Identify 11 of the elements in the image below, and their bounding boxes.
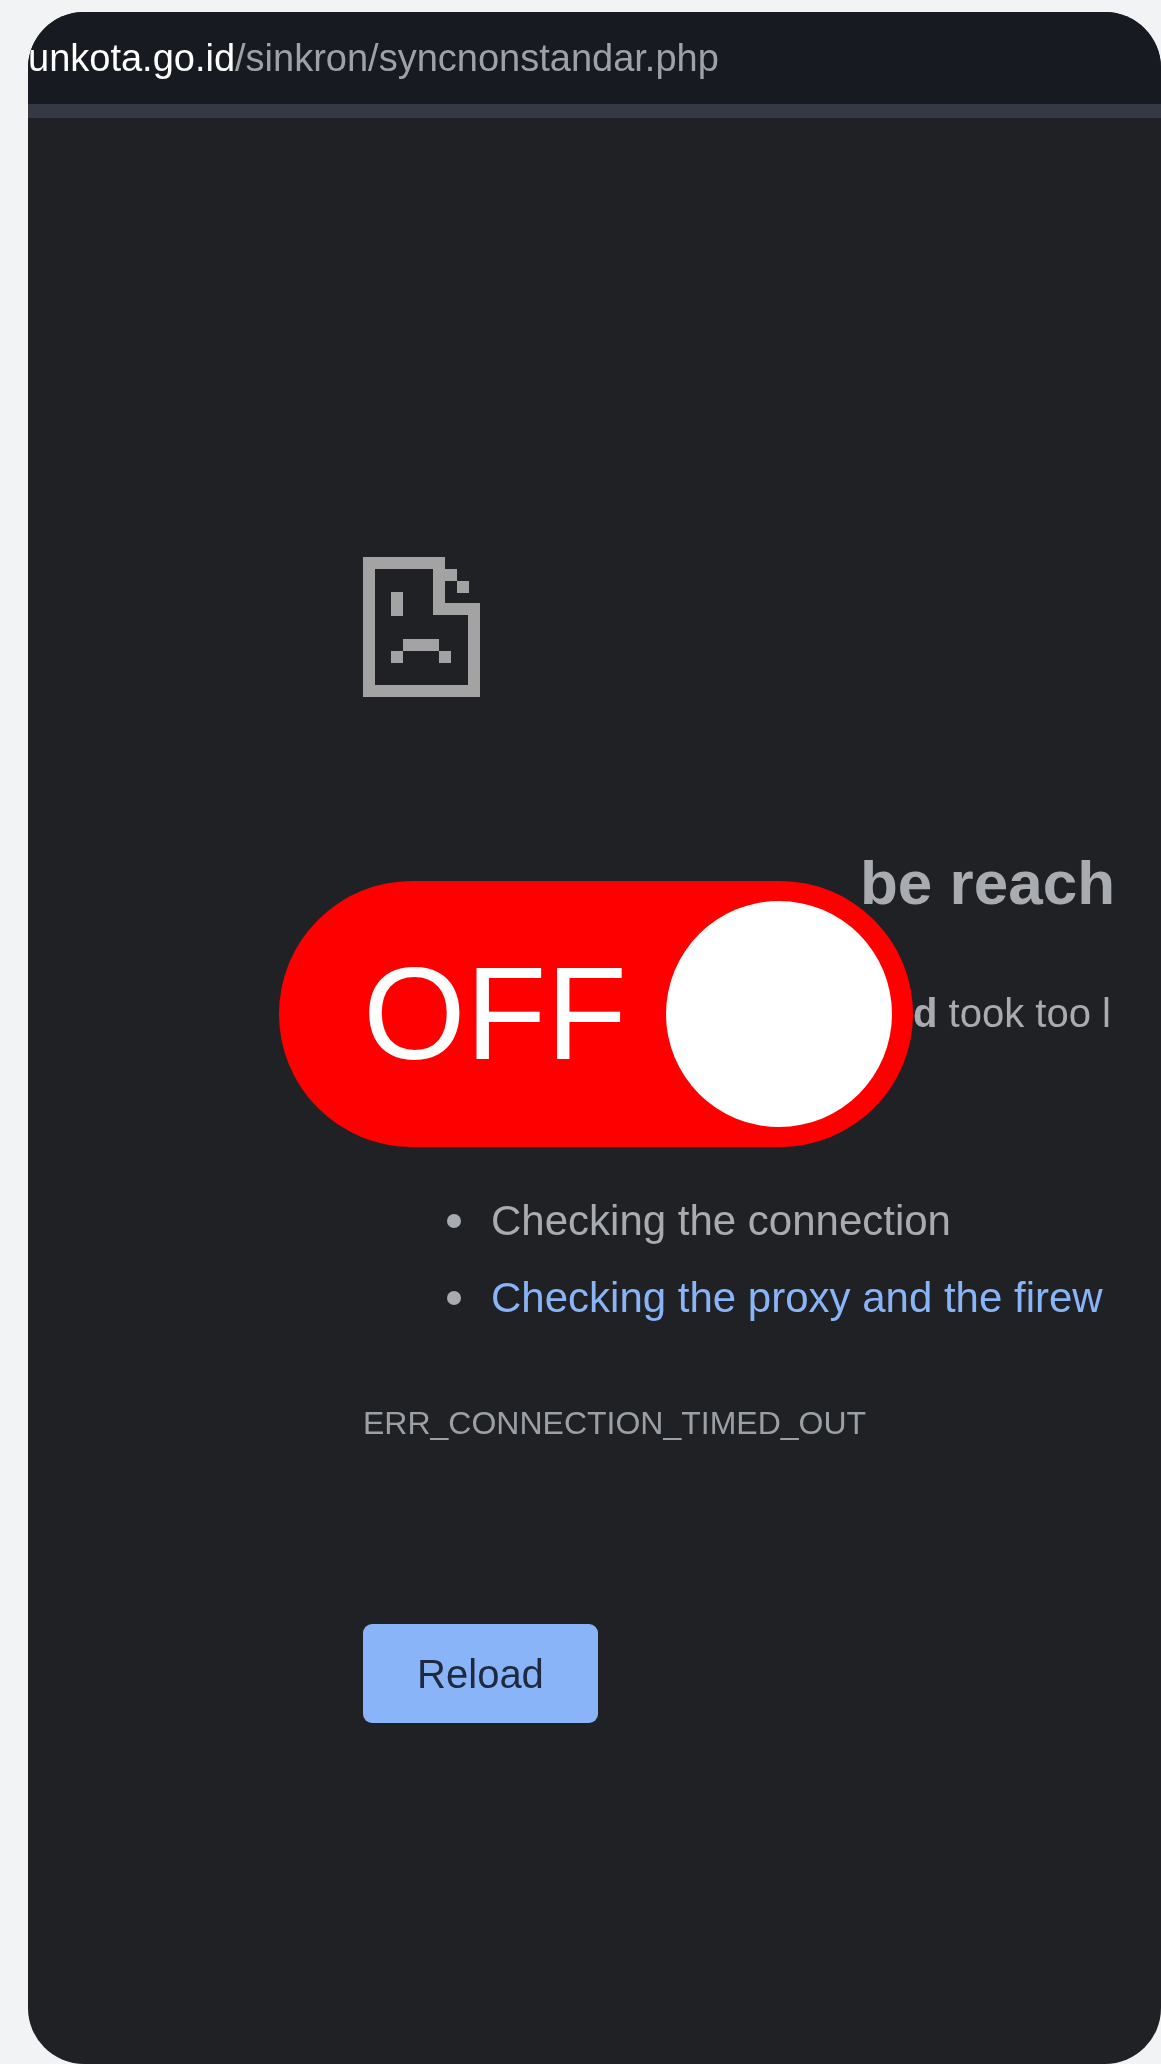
error-code: ERR_CONNECTION_TIMED_OUT — [363, 1404, 868, 1443]
address-bar[interactable]: unkota.go.id/sinkron/syncnonstandar.php — [28, 12, 1161, 104]
suggestion-text: Checking the connection — [491, 1196, 951, 1246]
bullet-icon — [447, 1290, 461, 1305]
url-text: unkota.go.id/sinkron/syncnonstandar.php — [28, 35, 719, 81]
suggestion-link[interactable]: Checking the proxy and the firew — [491, 1266, 1103, 1329]
error-message: d took too l — [913, 990, 1112, 1037]
sad-file-icon — [363, 557, 480, 697]
reload-button[interactable]: Reload — [363, 1624, 598, 1723]
bullet-icon — [447, 1213, 461, 1228]
toggle-label: OFF — [363, 948, 627, 1080]
